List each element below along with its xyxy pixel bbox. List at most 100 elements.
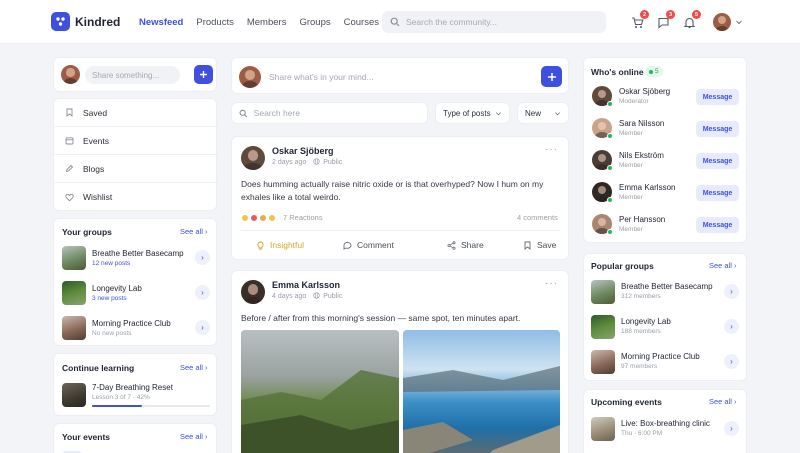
nav-groups[interactable]: Groups: [299, 17, 330, 28]
quick-share-add-button[interactable]: [194, 65, 213, 84]
group-members: 312 members: [621, 293, 661, 300]
insightful-button[interactable]: Insightful: [256, 240, 304, 250]
reaction-icon: [259, 213, 267, 222]
menu-item-wishlist[interactable]: Wishlist: [54, 183, 218, 211]
top-header: Kindred Newsfeed Products Members Groups…: [0, 0, 800, 44]
group-activity: No new posts: [92, 330, 132, 337]
group-name[interactable]: Longevity Lab: [621, 317, 671, 326]
group-thumbnail[interactable]: [62, 316, 86, 340]
post-author[interactable]: Oskar Sjöberg: [272, 146, 334, 156]
message-button[interactable]: Message: [696, 89, 739, 105]
upcoming-events-card: Upcoming events See all › Live: Box-brea…: [583, 389, 747, 453]
search-input[interactable]: [406, 17, 586, 27]
group-name[interactable]: Morning Practice Club: [621, 352, 700, 361]
message-button[interactable]: Message: [696, 153, 739, 169]
group-activity: 12 new posts: [92, 260, 131, 267]
feed-search-input[interactable]: [253, 108, 427, 118]
post-author[interactable]: Emma Karlsson: [272, 280, 340, 290]
online-status-icon: [607, 197, 613, 203]
group-name[interactable]: Morning Practice Club: [92, 319, 171, 328]
feed-post: Oskar Sjöberg 2 days ago Public ··· Does…: [231, 136, 569, 260]
section-title: Upcoming events: [591, 397, 662, 407]
group-name[interactable]: Breathe Better Basecamp: [621, 282, 713, 291]
see-all-link[interactable]: See all ›: [180, 227, 208, 236]
comment-button[interactable]: Comment: [343, 240, 394, 250]
more-options-icon[interactable]: ···: [545, 144, 558, 155]
open-group-button[interactable]: ›: [724, 319, 739, 334]
group-name[interactable]: Longevity Lab: [92, 284, 142, 293]
logo-icon[interactable]: [51, 12, 70, 31]
course-title[interactable]: 7-Day Breathing Reset: [92, 383, 173, 392]
type-of-posts-select[interactable]: Type of posts: [435, 102, 510, 124]
reaction-count: 7 Reactions: [283, 213, 323, 222]
menu-item-blogs[interactable]: Blogs: [54, 155, 218, 183]
menu-item-events[interactable]: Events: [54, 127, 218, 155]
open-group-button[interactable]: ›: [724, 354, 739, 369]
composer-input[interactable]: Share what's in your mind...: [269, 72, 374, 82]
sort-select[interactable]: New: [517, 102, 569, 124]
see-all-link[interactable]: See all ›: [180, 363, 208, 372]
menu-item-label: Saved: [83, 107, 108, 118]
post-photo-before[interactable]: [241, 330, 399, 453]
globe-icon: [313, 158, 320, 167]
global-search[interactable]: [382, 11, 606, 33]
post-body: Before / after from this morning's sessi…: [241, 313, 521, 323]
save-button[interactable]: Save: [523, 240, 556, 250]
post-photo-after[interactable]: [403, 330, 560, 453]
brand-name[interactable]: Kindred: [75, 15, 120, 29]
globe-icon: [313, 292, 320, 301]
nav-products[interactable]: Products: [196, 17, 234, 28]
comment-count[interactable]: 4 comments: [517, 213, 558, 222]
member-name[interactable]: Sara Nilsson: [619, 119, 664, 128]
cart-button[interactable]: 2: [629, 10, 649, 30]
see-all-link[interactable]: See all ›: [709, 397, 737, 406]
event-thumbnail[interactable]: [591, 417, 615, 441]
message-button[interactable]: Message: [696, 185, 739, 201]
feed-search[interactable]: [231, 102, 428, 124]
group-thumbnail[interactable]: [591, 315, 615, 339]
event-name[interactable]: Live: Box-breathing clinic: [621, 419, 710, 428]
calendar-icon: [64, 136, 74, 146]
open-group-button[interactable]: ›: [195, 320, 210, 335]
notifications-badge: 5: [692, 10, 701, 19]
group-thumbnail[interactable]: [62, 246, 86, 270]
message-button[interactable]: Message: [696, 217, 739, 233]
group-thumbnail[interactable]: [591, 280, 615, 304]
open-event-button[interactable]: ›: [724, 421, 739, 436]
action-label: Insightful: [270, 240, 305, 250]
member-name[interactable]: Oskar Sjöberg: [619, 87, 670, 96]
nav-courses[interactable]: Courses: [344, 17, 379, 28]
open-group-button[interactable]: ›: [724, 284, 739, 299]
member-name[interactable]: Nils Ekström: [619, 151, 664, 160]
reaction-summary[interactable]: 7 Reactions: [241, 213, 323, 222]
open-group-button[interactable]: ›: [195, 250, 210, 265]
avatar[interactable]: [241, 280, 265, 304]
group-thumbnail[interactable]: [62, 281, 86, 305]
member-name[interactable]: Per Hansson: [619, 215, 665, 224]
open-group-button[interactable]: ›: [195, 285, 210, 300]
create-post-button[interactable]: [541, 66, 562, 87]
messages-button[interactable]: 3: [655, 10, 675, 30]
select-value: Type of posts: [443, 108, 491, 118]
menu-item-saved[interactable]: Saved: [54, 99, 218, 127]
message-button[interactable]: Message: [696, 121, 739, 137]
avatar[interactable]: [241, 146, 265, 170]
course-thumbnail[interactable]: [62, 383, 86, 407]
see-all-link[interactable]: See all ›: [180, 432, 208, 441]
nav-newsfeed[interactable]: Newsfeed: [139, 17, 183, 28]
see-all-link[interactable]: See all ›: [709, 261, 737, 270]
quick-share-input[interactable]: Share something...: [85, 66, 180, 84]
group-thumbnail[interactable]: [591, 350, 615, 374]
member-role: Member: [619, 226, 643, 233]
notifications-button[interactable]: 5: [681, 10, 701, 30]
action-label: Comment: [357, 240, 394, 250]
more-options-icon[interactable]: ···: [545, 278, 558, 289]
share-button[interactable]: Share: [447, 240, 484, 250]
nav-members[interactable]: Members: [247, 17, 287, 28]
chevron-down-icon: [736, 20, 742, 25]
member-name[interactable]: Emma Karlsson: [619, 183, 675, 192]
group-name[interactable]: Breathe Better Basecamp: [92, 249, 184, 258]
messages-badge: 3: [666, 10, 675, 19]
post-body-line: exhales like a total weirdo.: [241, 192, 341, 202]
user-menu[interactable]: [713, 13, 743, 31]
